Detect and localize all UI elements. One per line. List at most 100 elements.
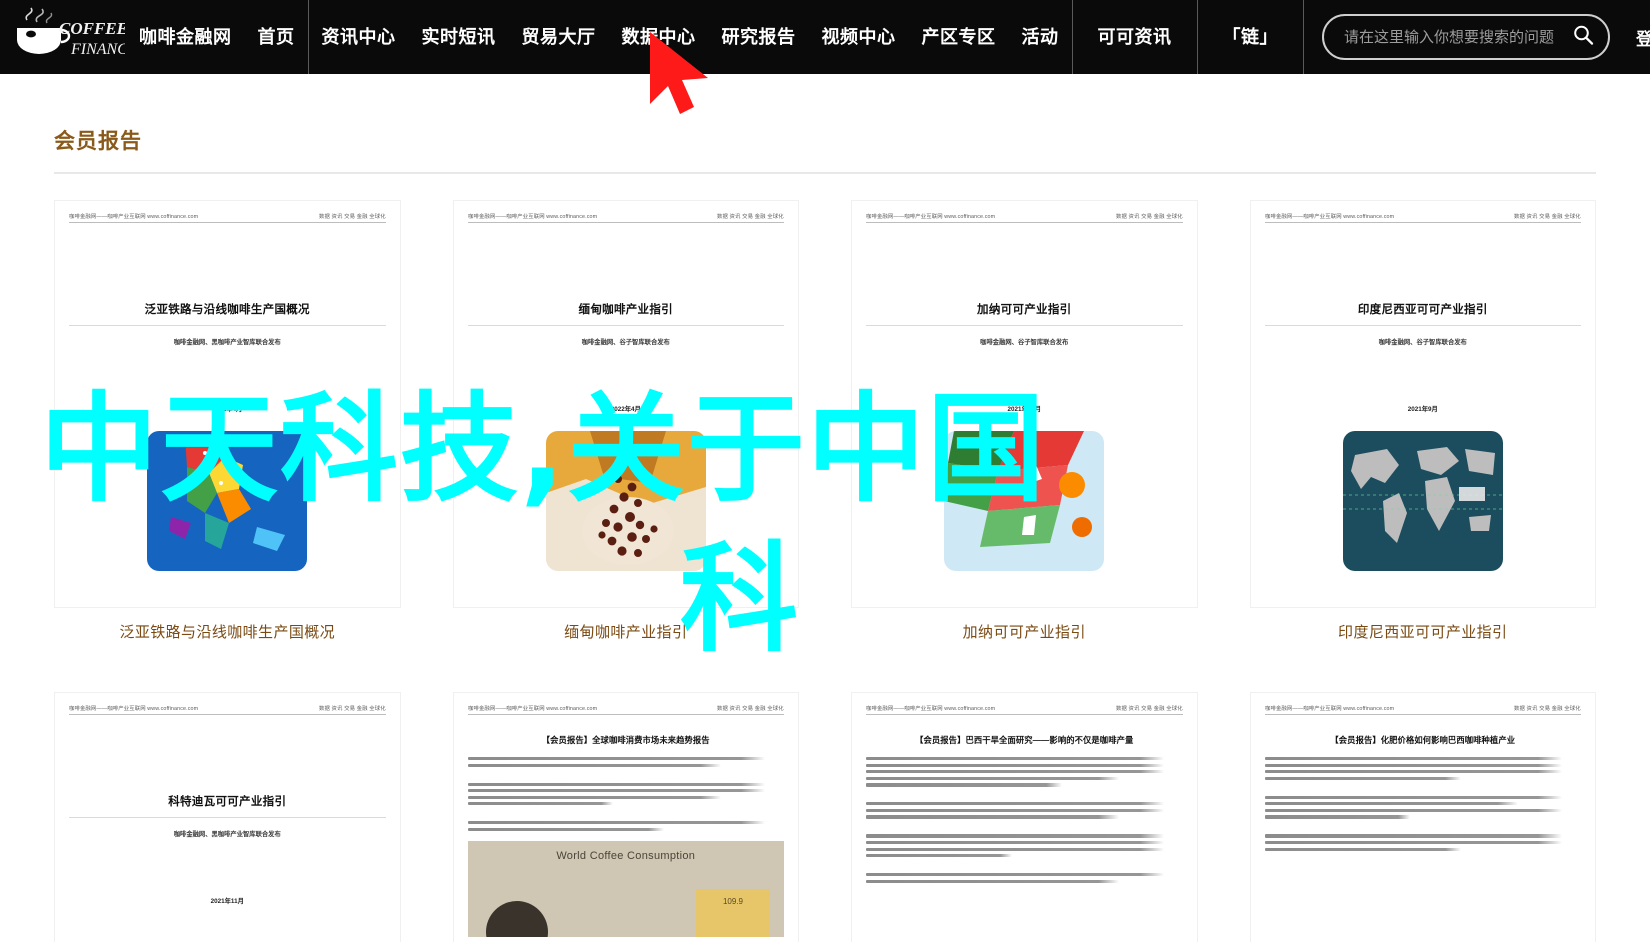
svg-text:FINANCE: FINANCE [70, 41, 125, 58]
nav-home[interactable]: 首页 [245, 0, 308, 74]
nav-news-center[interactable]: 资讯中心 [309, 0, 409, 74]
doc-header-left: 咖啡金融网——咖啡产业互联网 www.coffinance.com [1264, 213, 1394, 220]
nav-brand[interactable]: 咖啡金融网 [126, 0, 245, 74]
chart-bar-value: 109.9 [722, 897, 744, 907]
chart-bar: 109.9 [696, 889, 770, 938]
report-card[interactable]: 咖啡金融网——咖啡产业互联网 www.coffinance.com 数据 资讯 … [1249, 692, 1596, 942]
document-preview: 咖啡金融网——咖啡产业互联网 www.coffinance.com 数据 资讯 … [1250, 693, 1595, 942]
doc-header: 咖啡金融网——咖啡产业互联网 www.coffinance.com 数据 资讯 … [467, 213, 784, 223]
doc-title: 印度尼西亚可可产业指引 [1357, 304, 1488, 316]
document-preview: 咖啡金融网——咖啡产业互联网 www.coffinance.com 数据 资讯 … [1250, 201, 1595, 607]
section-header: 会员报告 [54, 74, 1596, 174]
nav-chain[interactable]: 「链」 [1198, 0, 1304, 74]
document-preview: 咖啡金融网——咖啡产业互联网 www.coffinance.com 数据 资讯 … [453, 201, 798, 607]
doc-header: 咖啡金融网——咖啡产业互联网 www.coffinance.com 数据 资讯 … [866, 213, 1183, 223]
coffee-cup-graphic [485, 901, 548, 938]
doc-title-rule [69, 325, 386, 326]
doc-header-left: 咖啡金融网——咖啡产业互联网 www.coffinance.com [69, 705, 199, 712]
doc-publisher: 咖啡金融网、黑咖啡产业智库联合发布 [173, 339, 281, 346]
nav-trade-hall[interactable]: 贸易大厅 [509, 0, 609, 74]
search-container [1322, 14, 1610, 60]
report-card[interactable]: 咖啡金融网——咖啡产业互联网 www.coffinance.com 数据 资讯 … [851, 692, 1198, 942]
report-thumbnail[interactable]: 咖啡金融网——咖啡产业互联网 www.coffinance.com 数据 资讯 … [851, 200, 1198, 608]
doc-date: 2021年9月 [1407, 406, 1438, 413]
search-box[interactable] [1322, 14, 1610, 60]
doc-header-left: 咖啡金融网——咖啡产业互联网 www.coffinance.com [866, 705, 996, 712]
doc-title: 缅甸咖啡产业指引 [578, 304, 673, 316]
report-card[interactable]: 咖啡金融网——咖啡产业互联网 www.coffinance.com 数据 资讯 … [452, 692, 799, 942]
search-input[interactable] [1344, 28, 1566, 46]
doc-title: 【会员报告】化肥价格如何影响巴西咖啡种植产业 [1330, 735, 1516, 745]
doc-header-right: 数据 资讯 交易 金融 全球化 [717, 705, 784, 712]
report-card[interactable]: 咖啡金融网——咖啡产业互联网 www.coffinance.com 数据 资讯 … [452, 200, 800, 666]
doc-header-right: 数据 资讯 交易 金融 全球化 [318, 705, 386, 712]
doc-publisher: 咖啡金融网、谷子智库联合发布 [980, 339, 1069, 346]
report-title[interactable]: 缅甸咖啡产业指引 [453, 622, 800, 666]
nav-origin-zone[interactable]: 产区专区 [909, 0, 1009, 74]
top-navigation-bar: COFFEE FINANCE 咖啡金融网 首页 资讯中心 实时短讯 贸易大厅 数… [0, 0, 1650, 114]
doc-title: 科特迪瓦可可产业指引 [168, 796, 287, 808]
report-thumbnail[interactable]: 咖啡金融网——咖啡产业互联网 www.coffinance.com 数据 资讯 … [54, 200, 401, 608]
doc-header-right: 数据 资讯 交易 金融 全球化 [1115, 213, 1183, 220]
nav-events[interactable]: 活动 [1009, 0, 1072, 74]
world-coffee-consumption-chart: World Coffee Consumption 109.9 [467, 841, 784, 938]
report-card[interactable]: 咖啡金融网——咖啡产业互联网 www.coffinance.com 数据 资讯 … [54, 692, 401, 942]
doc-header-right: 数据 资讯 交易 金融 全球化 [318, 213, 386, 220]
nav-data-center[interactable]: 数据中心 [609, 0, 709, 74]
search-icon[interactable] [1572, 24, 1594, 51]
doc-header: 咖啡金融网——咖啡产业互联网 www.coffinance.com 数据 资讯 … [1264, 213, 1581, 223]
doc-title-rule [467, 325, 784, 326]
report-grid-row-1: 咖啡金融网——咖啡产业互联网 www.coffinance.com 数据 资讯 … [54, 200, 1596, 666]
doc-body-text [467, 757, 785, 832]
document-preview: 咖啡金融网——咖啡产业互联网 www.coffinance.com 数据 资讯 … [55, 201, 400, 607]
report-title[interactable]: 印度尼西亚可可产业指引 [1250, 622, 1597, 666]
report-card[interactable]: 咖啡金融网——咖啡产业互联网 www.coffinance.com 数据 资讯 … [1249, 200, 1597, 666]
page-content: 会员报告 咖啡金融网——咖啡产业互联网 www.coffinance.com 数… [0, 74, 1650, 942]
chart-title: World Coffee Consumption [556, 850, 696, 863]
report-thumbnail[interactable]: 咖啡金融网——咖啡产业互联网 www.coffinance.com 数据 资讯 … [452, 692, 799, 942]
report-card[interactable]: 咖啡金融网——咖啡产业互联网 www.coffinance.com 数据 资讯 … [851, 200, 1198, 666]
report-grid-row-2: 咖啡金融网——咖啡产业互联网 www.coffinance.com 数据 资讯 … [54, 692, 1596, 942]
doc-date: 2022年4月 [212, 406, 243, 413]
coffee-cherries-photo [545, 431, 706, 571]
doc-header-left: 咖啡金融网——咖啡产业互联网 www.coffinance.com [467, 705, 597, 712]
site-logo[interactable]: COFFEE FINANCE [8, 5, 126, 69]
report-title[interactable]: 泛亚铁路与沿线咖啡生产国概况 [54, 622, 401, 666]
doc-title-rule [1264, 325, 1581, 326]
doc-publisher: 咖啡金融网、谷子智库联合发布 [1378, 339, 1467, 346]
doc-header: 咖啡金融网——咖啡产业互联网 www.coffinance.com 数据 资讯 … [467, 705, 784, 715]
report-title[interactable]: 加纳可可产业指引 [851, 622, 1198, 666]
login-register-link[interactable]: 登录/注册 [1620, 25, 1650, 50]
document-preview: 咖啡金融网——咖啡产业互联网 www.coffinance.com 数据 资讯 … [453, 693, 798, 942]
doc-header: 咖啡金融网——咖啡产业互联网 www.coffinance.com 数据 资讯 … [1264, 705, 1581, 715]
doc-header-left: 咖啡金融网——咖啡产业互联网 www.coffinance.com [467, 213, 597, 220]
southeast-asia-map-icon [147, 431, 308, 571]
doc-publisher: 咖啡金融网、谷子智库联合发布 [581, 339, 670, 346]
page-title: 会员报告 [54, 130, 142, 153]
doc-title: 【会员报告】全球咖啡消费市场未来趋势报告 [541, 735, 710, 745]
doc-body-text [866, 757, 1183, 883]
document-preview: 咖啡金融网——咖啡产业互联网 www.coffinance.com 数据 资讯 … [55, 693, 400, 942]
report-card[interactable]: 咖啡金融网——咖啡产业互联网 www.coffinance.com 数据 资讯 … [54, 200, 401, 666]
report-thumbnail[interactable]: 咖啡金融网——咖啡产业互联网 www.coffinance.com 数据 资讯 … [851, 692, 1198, 942]
nav-cocoa-news[interactable]: 可可资讯 [1073, 0, 1197, 74]
doc-header-left: 咖啡金融网——咖啡产业互联网 www.coffinance.com [1264, 705, 1394, 712]
doc-header-right: 数据 资讯 交易 金融 全球化 [717, 213, 784, 220]
doc-header: 咖啡金融网——咖啡产业互联网 www.coffinance.com 数据 资讯 … [866, 705, 1183, 715]
doc-title-rule [866, 325, 1183, 326]
doc-header-right: 数据 资讯 交易 金融 全球化 [1514, 213, 1581, 220]
world-map-icon [1342, 431, 1503, 571]
report-thumbnail[interactable]: 咖啡金融网——咖啡产业互联网 www.coffinance.com 数据 资讯 … [54, 692, 401, 942]
doc-date: 2021年10月 [1007, 406, 1042, 413]
report-thumbnail[interactable]: 咖啡金融网——咖啡产业互联网 www.coffinance.com 数据 资讯 … [1249, 200, 1596, 608]
doc-title-rule [69, 817, 386, 818]
section-divider [54, 172, 1596, 174]
nav-research-report[interactable]: 研究报告 [709, 0, 809, 74]
ghana-flags-photo [944, 431, 1105, 571]
nav-live-flash[interactable]: 实时短讯 [409, 0, 509, 74]
report-thumbnail[interactable]: 咖啡金融网——咖啡产业互联网 www.coffinance.com 数据 资讯 … [452, 200, 799, 608]
nav-group-left: 咖啡金融网 首页 [126, 0, 308, 74]
nav-video-center[interactable]: 视频中心 [809, 0, 909, 74]
report-thumbnail[interactable]: 咖啡金融网——咖啡产业互联网 www.coffinance.com 数据 资讯 … [1249, 692, 1596, 942]
doc-title: 【会员报告】巴西干旱全面研究——影响的不仅是咖啡产量 [915, 735, 1134, 745]
